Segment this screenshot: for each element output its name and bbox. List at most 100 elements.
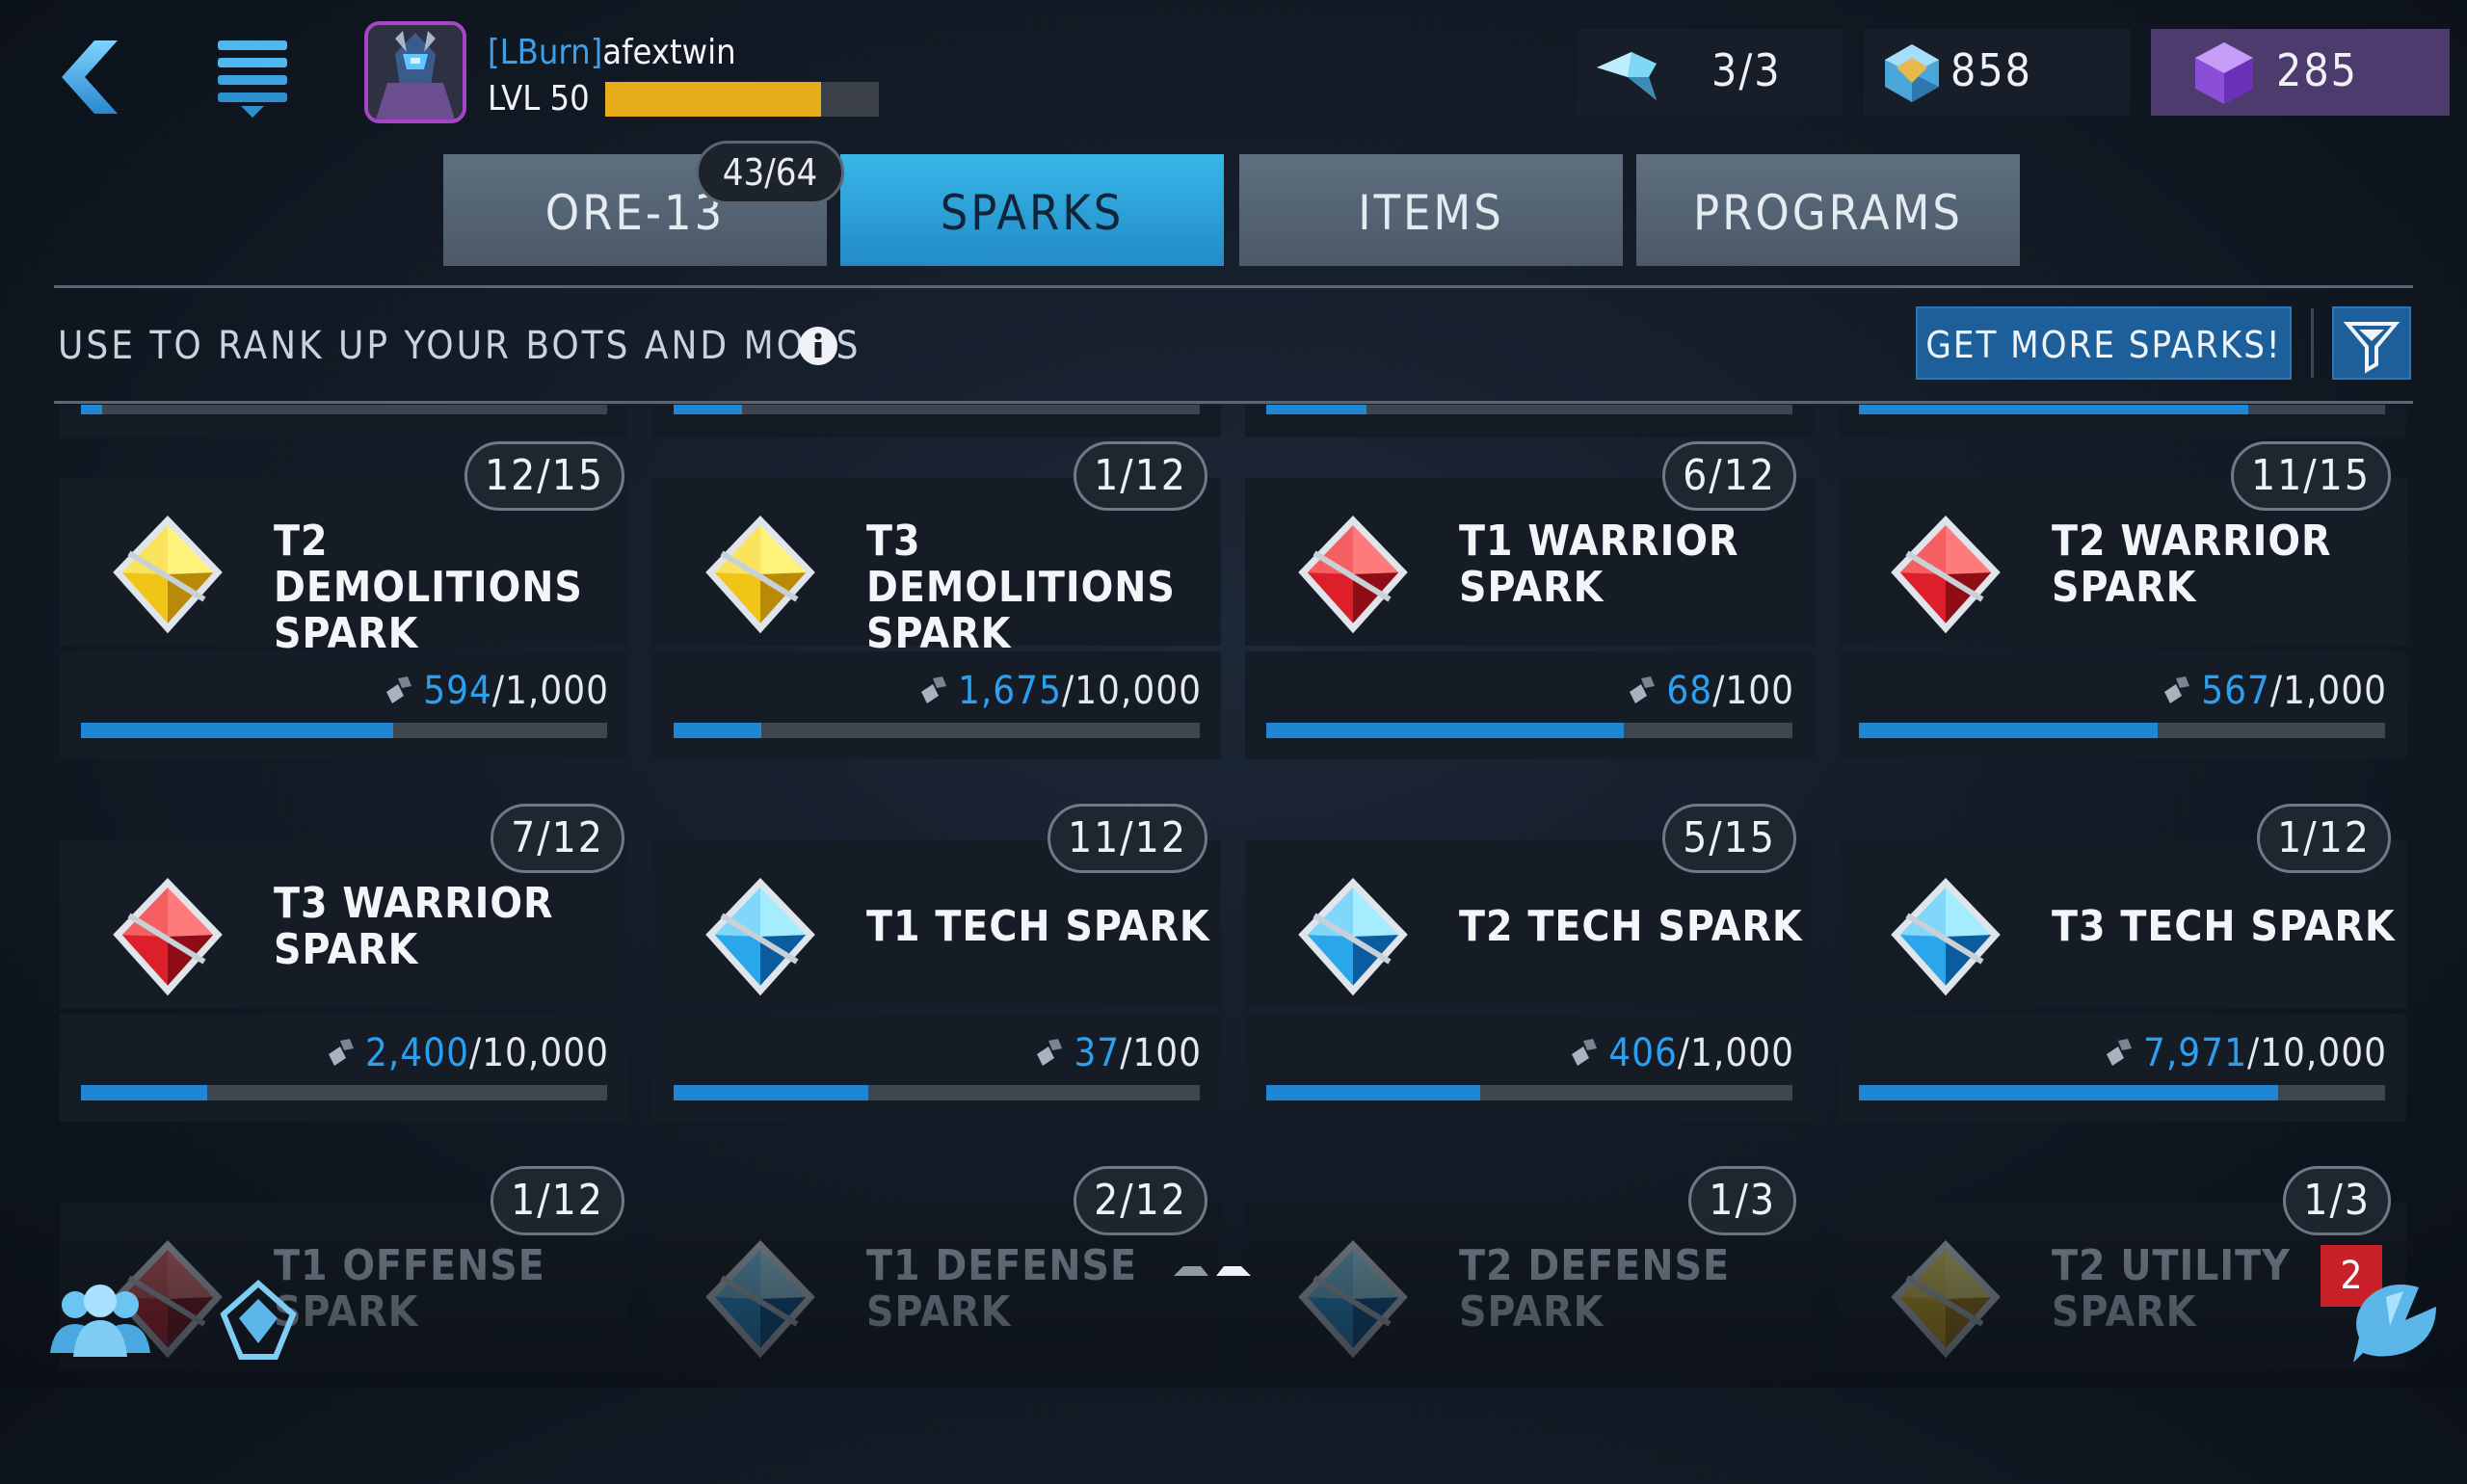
spark-progress-track bbox=[81, 723, 607, 738]
alliance-button[interactable] bbox=[46, 1282, 154, 1359]
energy-counter[interactable]: 3/3 bbox=[1577, 29, 1843, 116]
spark-required: 100 bbox=[1725, 669, 1794, 713]
spark-fragment-icon bbox=[1572, 1039, 1598, 1066]
energy-value: 3/3 bbox=[1711, 44, 1782, 96]
spark-rank-badge: 6/12 bbox=[1662, 441, 1796, 511]
spark-fragment-icon bbox=[2164, 676, 2190, 703]
spark-card[interactable]: T1 TECH SPARK 11/12 37/100 bbox=[652, 804, 1221, 1122]
spark-fragment-icon bbox=[920, 676, 946, 703]
spark-progress-track bbox=[674, 1085, 1200, 1100]
progress-track bbox=[1266, 405, 1792, 414]
spark-current: 7,971 bbox=[2142, 1031, 2247, 1075]
purple-cube-icon bbox=[2195, 42, 2253, 104]
spark-gem-icon bbox=[1891, 515, 2001, 634]
spark-gem-icon bbox=[1891, 877, 2001, 996]
spark-rank-badge: 11/12 bbox=[1047, 804, 1207, 873]
menu-button[interactable] bbox=[212, 33, 293, 121]
spark-gem-icon bbox=[113, 877, 223, 996]
tab-programs[interactable]: PROGRAMS bbox=[1636, 154, 2020, 266]
spark-card[interactable]: T2 UTILITY SPARK 1/3 bbox=[1838, 1166, 2406, 1484]
back-button[interactable] bbox=[56, 37, 162, 118]
emblem-icon bbox=[220, 1279, 297, 1360]
top-bar: [LBurn]afextwin LVL 50 3/3 858 285 bbox=[0, 0, 2467, 145]
spark-progress-text: 594/1,000 bbox=[381, 669, 609, 713]
missions-button[interactable] bbox=[220, 1279, 297, 1361]
spark-title: T1 TECH SPARK bbox=[866, 902, 1210, 951]
spark-card[interactable]: T1 DEFENSE SPARK 2/12 bbox=[652, 1166, 1221, 1484]
spark-rank-badge: 1/3 bbox=[1688, 1166, 1796, 1235]
progress-fill bbox=[1859, 405, 2249, 414]
spark-current: 567 bbox=[2201, 669, 2270, 713]
spark-card[interactable]: T3 TECH SPARK 1/12 7,971/10,000 bbox=[1838, 804, 2406, 1122]
spark-current: 594 bbox=[423, 669, 492, 713]
spark-title: T2 DEMOLITIONS SPARK bbox=[274, 517, 583, 658]
spark-required: 1,000 bbox=[1690, 1031, 1794, 1075]
spark-card[interactable]: T1 WARRIOR SPARK 6/12 68/100 bbox=[1245, 441, 1814, 759]
progress-fill bbox=[81, 405, 102, 414]
spark-required: 10,000 bbox=[2260, 1031, 2387, 1075]
spark-fragment-icon bbox=[1630, 676, 1656, 703]
spark-title: T3 WARRIOR SPARK bbox=[274, 879, 554, 974]
spark-card[interactable]: T2 DEMOLITIONS SPARK 12/15 594/1,000 bbox=[60, 441, 628, 759]
progress-fill bbox=[674, 405, 742, 414]
spark-title: T2 DEFENSE SPARK bbox=[1459, 1241, 1731, 1337]
spark-gem-icon bbox=[113, 515, 223, 634]
spark-required: 10,000 bbox=[482, 1031, 609, 1075]
spark-required: 1,000 bbox=[505, 669, 609, 713]
player-avatar[interactable] bbox=[364, 21, 466, 123]
spark-card[interactable]: T3 WARRIOR SPARK 7/12 2,400/10,000 bbox=[60, 804, 628, 1122]
alliance-tag: [LBurn] bbox=[488, 33, 603, 72]
shards-counter[interactable]: 858 bbox=[1864, 29, 2130, 116]
progress-track bbox=[674, 405, 1200, 414]
spark-rank-badge: 2/12 bbox=[1074, 1166, 1207, 1235]
spark-progress-text: 68/100 bbox=[1624, 669, 1794, 713]
spark-rank-badge: 1/12 bbox=[2257, 804, 2391, 873]
spark-progress-track bbox=[674, 723, 1200, 738]
spark-progress-fill bbox=[1859, 723, 2158, 738]
divider bbox=[54, 401, 2413, 404]
spark-progress-text: 567/1,000 bbox=[2159, 669, 2387, 713]
spark-rank-badge: 11/15 bbox=[2230, 441, 2391, 511]
spark-progress-fill bbox=[1266, 1085, 1480, 1100]
spark-fragment-icon bbox=[386, 676, 412, 703]
spark-required: 1,000 bbox=[2283, 669, 2387, 713]
spark-required: 100 bbox=[1132, 1031, 1202, 1075]
spark-card[interactable]: T2 TECH SPARK 5/15 406/1,000 bbox=[1245, 804, 1814, 1122]
partial-card bbox=[60, 405, 628, 437]
spark-title: T3 DEMOLITIONS SPARK bbox=[866, 517, 1176, 658]
spark-rank-badge: 1/12 bbox=[1074, 441, 1207, 511]
chat-button[interactable] bbox=[2348, 1270, 2442, 1365]
spark-rank-badge: 1/12 bbox=[491, 1166, 624, 1235]
progress-track bbox=[1859, 405, 2385, 414]
scroll-indicator-icon bbox=[1174, 1266, 1251, 1276]
tab-items[interactable]: ITEMS bbox=[1239, 154, 1623, 266]
spark-progress-track bbox=[81, 1085, 607, 1100]
spark-card[interactable]: T2 DEFENSE SPARK 1/3 bbox=[1245, 1166, 1814, 1484]
info-icon[interactable] bbox=[798, 326, 838, 366]
tab-sparks[interactable]: SPARKS bbox=[840, 154, 1224, 266]
spark-progress-text: 2,400/10,000 bbox=[323, 1031, 609, 1075]
spark-fragment-icon bbox=[328, 1039, 354, 1066]
gems-counter[interactable]: 285 bbox=[2151, 29, 2450, 116]
spark-progress-text: 37/100 bbox=[1031, 1031, 1202, 1075]
energy-flag-icon bbox=[1597, 52, 1657, 100]
spark-rank-badge: 12/15 bbox=[464, 441, 624, 511]
filter-button[interactable] bbox=[2332, 306, 2411, 380]
spark-progress-text: 1,675/10,000 bbox=[915, 669, 1202, 713]
spark-current: 1,675 bbox=[957, 669, 1062, 713]
spark-gem-icon bbox=[705, 1239, 815, 1359]
get-more-sparks-button[interactable]: GET MORE SPARKS! bbox=[1916, 306, 2292, 380]
spark-card[interactable]: T2 WARRIOR SPARK 11/15 567/1,000 bbox=[1838, 441, 2406, 759]
partial-card bbox=[652, 405, 1221, 437]
spark-progress-fill bbox=[674, 723, 762, 738]
spark-progress-fill bbox=[1859, 1085, 2279, 1100]
spark-progress-fill bbox=[1266, 723, 1625, 738]
spark-progress-track bbox=[1266, 723, 1792, 738]
bot-portrait-icon bbox=[368, 25, 463, 119]
spark-gem-icon bbox=[1298, 1239, 1408, 1359]
progress-fill bbox=[1266, 405, 1366, 414]
spark-card[interactable]: T3 DEMOLITIONS SPARK 1/12 1,675/10,000 bbox=[652, 441, 1221, 759]
partial-card bbox=[1245, 405, 1814, 437]
spark-progress-fill bbox=[81, 723, 394, 738]
shard-crystal-icon bbox=[1885, 44, 1939, 102]
